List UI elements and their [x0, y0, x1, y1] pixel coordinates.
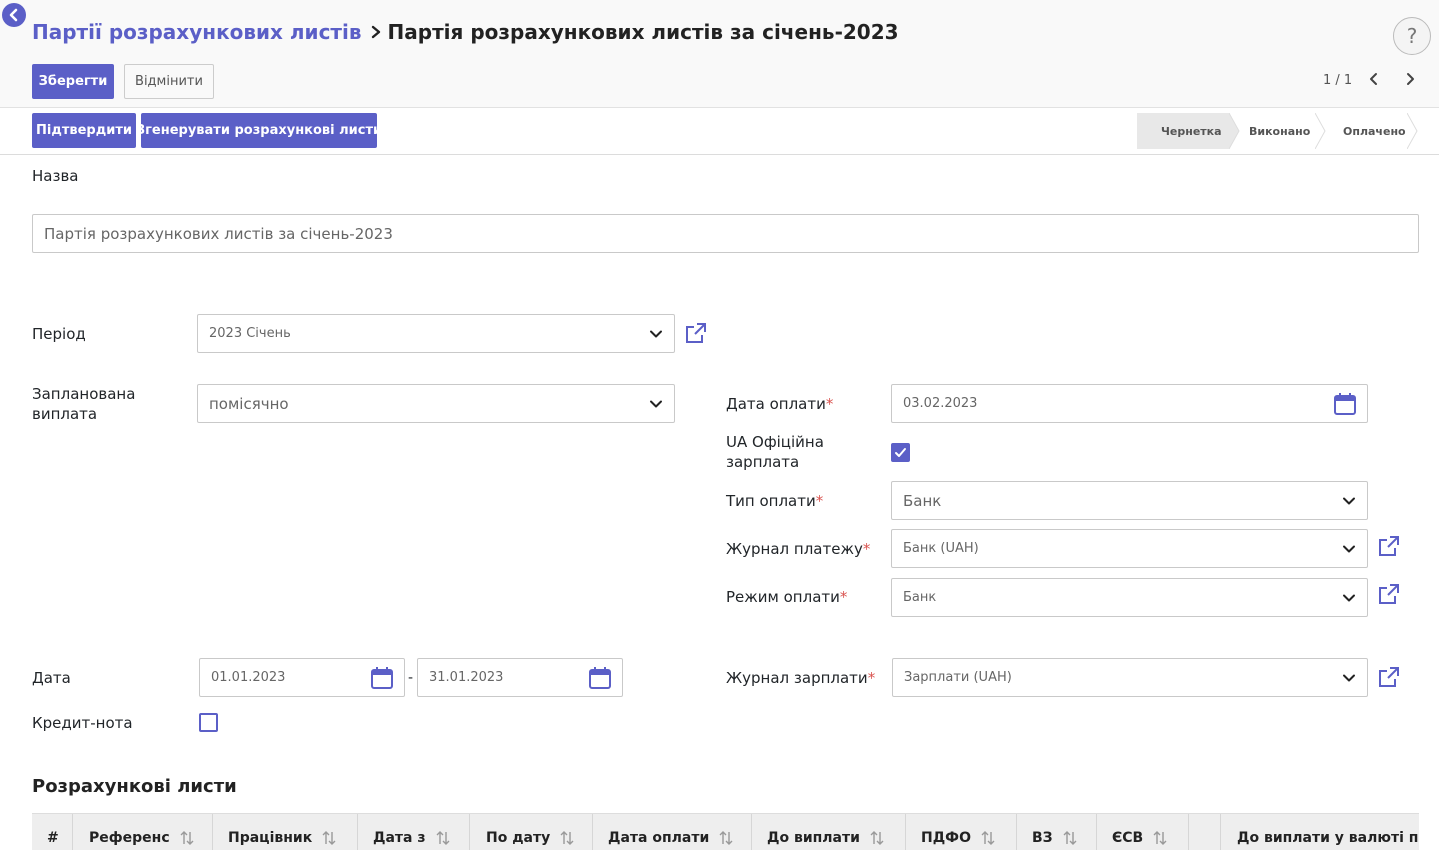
credit-note-checkbox[interactable] — [199, 713, 218, 732]
external-link-icon[interactable] — [1378, 535, 1400, 557]
breadcrumb-parent-link[interactable]: Партії розрахункових листів — [32, 20, 362, 44]
column-header-to-pay-currency[interactable]: До виплати у валюті пл — [1221, 814, 1419, 850]
date-range-separator: - — [408, 670, 414, 686]
chevron-down-icon — [1343, 497, 1355, 505]
chevron-down-icon — [1343, 594, 1355, 602]
external-link-icon[interactable] — [1378, 583, 1400, 605]
divider — [0, 154, 1439, 155]
chevron-right-icon — [1407, 73, 1414, 85]
payment-journal-label: Журнал платежу* — [726, 540, 871, 558]
column-header-pay-date[interactable]: Дата оплати — [593, 814, 752, 850]
column-header-index: # — [32, 814, 73, 850]
column-header-to-pay[interactable]: До виплати — [752, 814, 906, 850]
column-header-pdfo[interactable]: ПДФО — [906, 814, 1017, 850]
date-from-input[interactable]: 01.01.2023 — [199, 658, 405, 697]
name-label: Назва — [32, 167, 79, 185]
period-label: Період — [32, 325, 86, 343]
sort-icon — [1153, 830, 1167, 846]
column-header-date-to[interactable]: По дату — [470, 814, 593, 850]
column-header-empty — [1189, 814, 1221, 850]
status-bar: Чернетка Виконано Оплачено — [1137, 113, 1421, 149]
breadcrumb: Партії розрахункових листів Партія розра… — [32, 20, 899, 44]
back-button[interactable] — [2, 3, 26, 27]
page-title: Партія розрахункових листів за січень-20… — [387, 20, 899, 44]
calendar-icon[interactable] — [588, 666, 612, 690]
pay-type-select[interactable]: Банк — [891, 481, 1368, 520]
salary-journal-select[interactable]: Зарплати (UAH) — [892, 658, 1368, 697]
sort-icon — [322, 830, 336, 846]
sort-icon — [436, 830, 450, 846]
credit-note-label: Кредит-нота — [32, 714, 133, 732]
pay-date-input[interactable]: 03.02.2023 — [891, 384, 1368, 423]
column-header-reference[interactable]: Референс — [73, 814, 213, 850]
column-header-date-from[interactable]: Дата з — [358, 814, 470, 850]
payment-journal-select[interactable]: Банк (UAH) — [891, 529, 1368, 568]
pager-previous-button[interactable] — [1366, 71, 1382, 87]
chevron-down-icon — [1343, 674, 1355, 682]
question-mark-icon: ? — [1406, 24, 1418, 48]
pay-mode-label: Режим оплати* — [726, 588, 848, 606]
pay-date-label: Дата оплати* — [726, 395, 834, 413]
pager-next-button[interactable] — [1402, 71, 1418, 87]
stage-done[interactable]: Виконано — [1229, 113, 1317, 149]
schedule-label: Запланована виплата — [32, 385, 136, 423]
column-header-employee[interactable]: Працівник — [213, 814, 358, 850]
confirm-button[interactable]: Підтвердити — [32, 113, 136, 148]
sort-icon — [560, 830, 574, 846]
payslips-section-title: Розрахункові листи — [32, 776, 237, 797]
chevron-left-icon — [9, 8, 18, 22]
chevron-right-icon — [370, 25, 382, 39]
external-link-icon[interactable] — [1378, 666, 1400, 688]
calendar-icon[interactable] — [370, 666, 394, 690]
salary-journal-label: Журнал зарплати* — [726, 669, 876, 687]
chevron-left-icon — [1370, 73, 1377, 85]
chevron-down-icon — [1343, 545, 1355, 553]
pager-value[interactable]: 1 / 1 — [1323, 73, 1352, 88]
sort-icon — [1063, 830, 1077, 846]
official-salary-label: UA Офіційна зарплата — [726, 433, 824, 471]
discard-button[interactable]: Відмінити — [124, 64, 214, 99]
calendar-icon[interactable] — [1333, 392, 1357, 416]
sort-icon — [180, 830, 194, 846]
column-header-vz[interactable]: ВЗ — [1017, 814, 1097, 850]
external-link-icon[interactable] — [685, 322, 707, 344]
name-input[interactable]: Партія розрахункових листів за січень-20… — [32, 214, 1419, 253]
stage-draft[interactable]: Чернетка — [1137, 113, 1229, 149]
pay-mode-select[interactable]: Банк — [891, 578, 1368, 617]
help-button[interactable]: ? — [1393, 17, 1431, 55]
checkmark-icon — [895, 448, 906, 457]
date-to-input[interactable]: 31.01.2023 — [417, 658, 623, 697]
pay-type-label: Тип оплати* — [726, 492, 824, 510]
sort-icon — [870, 830, 884, 846]
stage-paid[interactable]: Оплачено — [1317, 113, 1421, 149]
save-button[interactable]: Зберегти — [32, 64, 114, 99]
stage-arrow-icon — [1407, 113, 1418, 149]
schedule-select[interactable]: помісячно — [197, 384, 675, 423]
payslips-table-header: # Референс Працівник Дата з По дату Дата… — [32, 813, 1419, 850]
sort-icon — [719, 830, 733, 846]
sort-icon — [981, 830, 995, 846]
date-label: Дата — [32, 669, 71, 687]
chevron-down-icon — [650, 400, 662, 408]
control-panel: Партії розрахункових листів Партія розра… — [0, 0, 1439, 108]
column-header-esv[interactable]: ЄСВ — [1097, 814, 1189, 850]
generate-payslips-button[interactable]: Згенерувати розрахункові листи — [136, 113, 382, 148]
official-salary-checkbox[interactable] — [891, 443, 910, 462]
period-select[interactable]: 2023 Січень — [197, 314, 675, 353]
chevron-down-icon — [650, 330, 662, 338]
